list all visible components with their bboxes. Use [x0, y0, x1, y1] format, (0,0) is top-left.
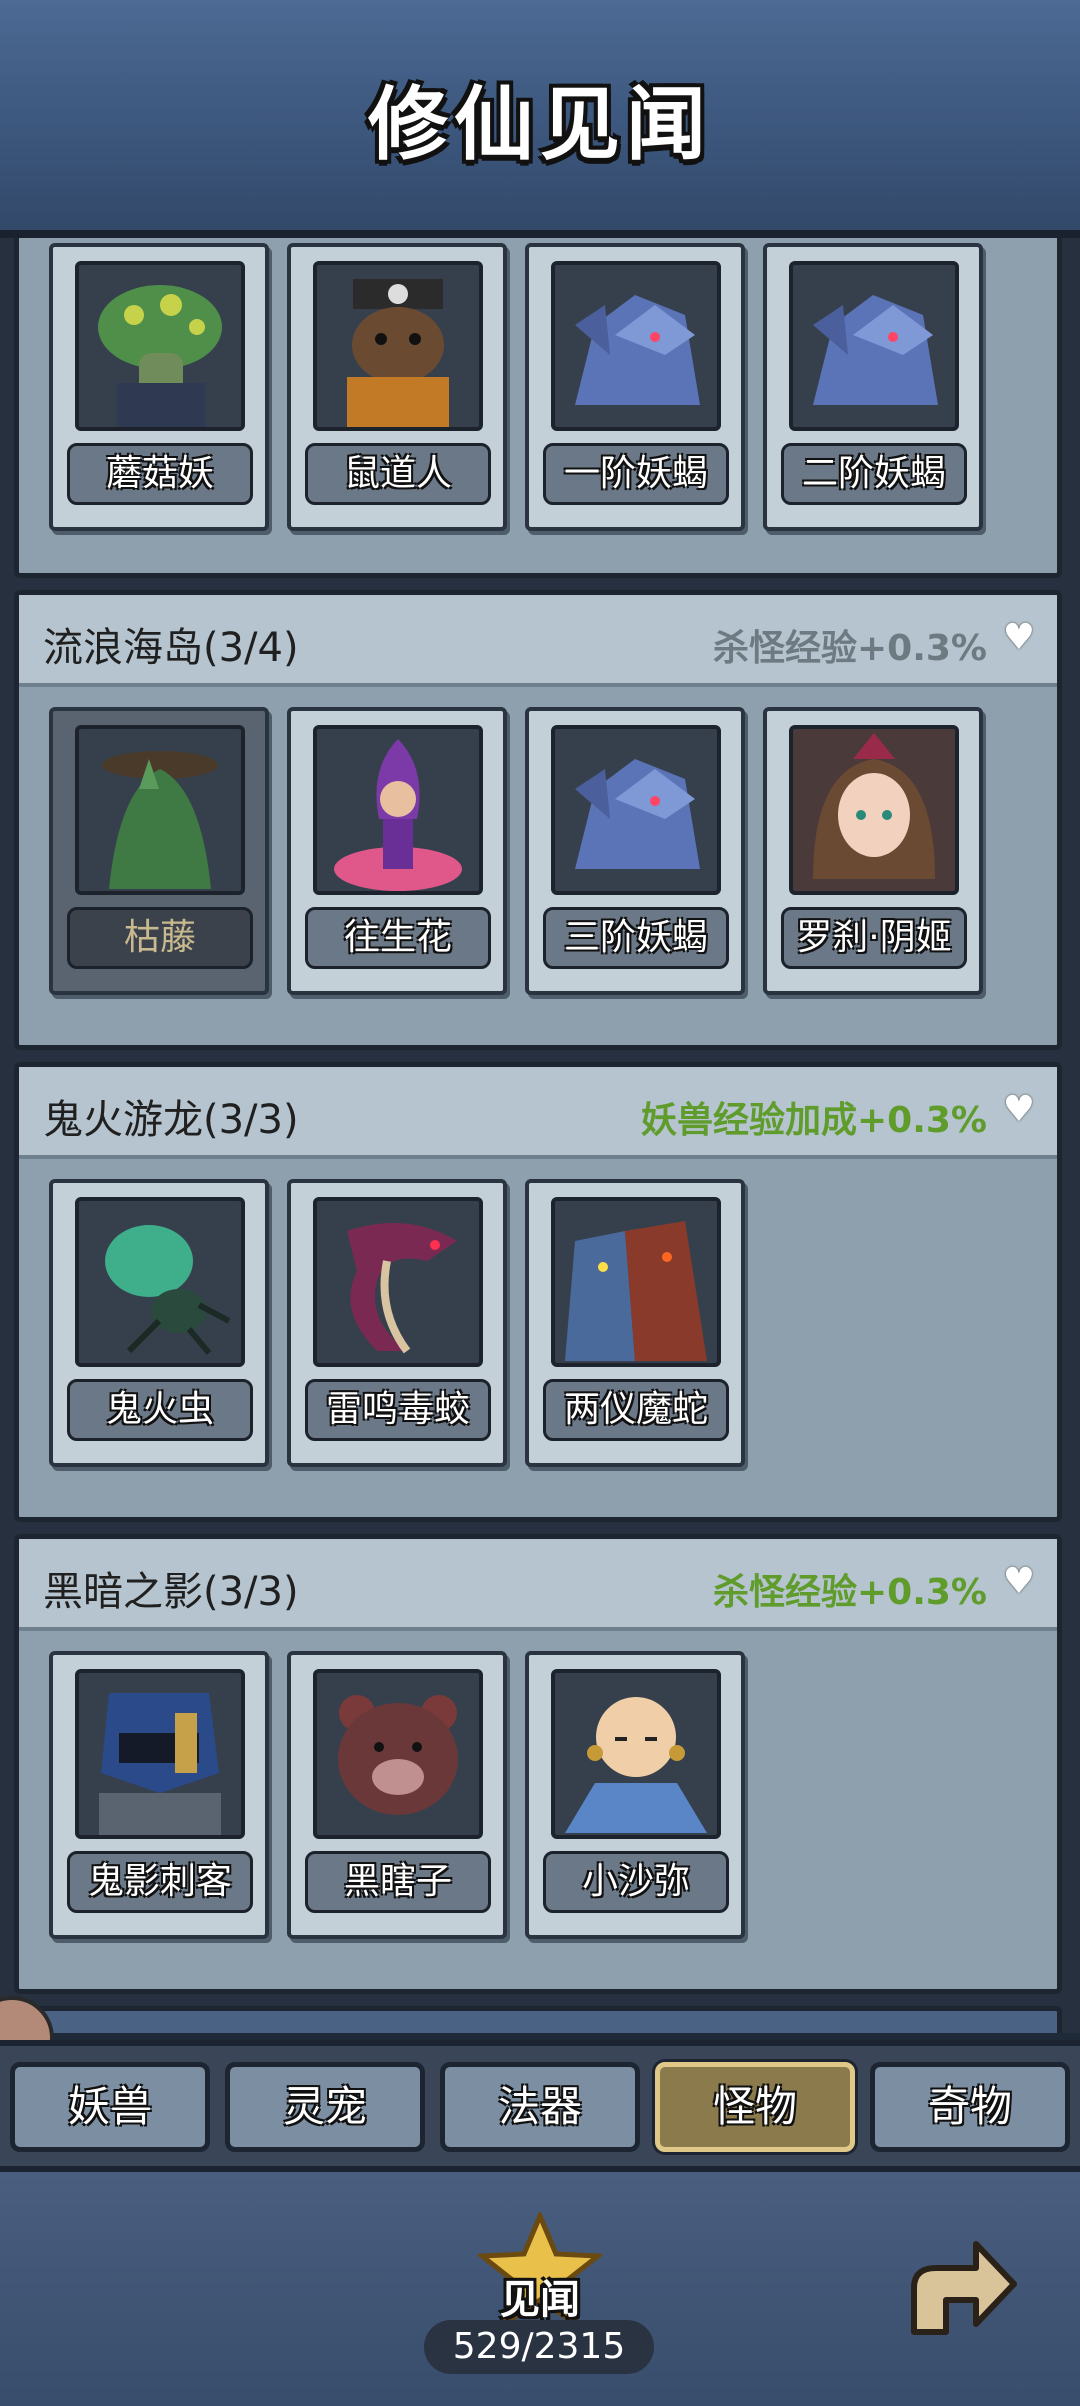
black-bear-icon — [313, 1669, 483, 1839]
blue-scorpion-icon — [551, 261, 721, 431]
card-label: 蘑菇妖 — [67, 443, 253, 505]
card-label: 黑瞎子 — [305, 1851, 491, 1913]
monster-card[interactable]: 三阶妖蝎 — [525, 707, 745, 995]
monster-card-locked[interactable]: 枯藤 — [49, 707, 269, 995]
section-bonus: 杀怪经验+0.3% — [712, 628, 987, 669]
page-title: 修仙见闻 — [368, 78, 712, 171]
monster-card[interactable]: 蘑菇妖 — [49, 243, 269, 531]
monster-card[interactable]: 二阶妖蝎 — [763, 243, 983, 531]
ghostfire-bug-icon — [75, 1197, 245, 1367]
tab-yaoshou[interactable]: 妖兽 — [10, 2062, 210, 2152]
section-header: 鬼火游龙(3/3) 妖兽经验加成+0.3% ♥ — [19, 1067, 1057, 1159]
monster-card[interactable]: 鬼影刺客 — [49, 1651, 269, 1939]
shadow-assassin-icon — [75, 1669, 245, 1839]
heart-icon[interactable]: ♥ — [1003, 617, 1035, 658]
monster-card[interactable]: 两仪魔蛇 — [525, 1179, 745, 1467]
heart-icon[interactable]: ♥ — [1003, 1089, 1035, 1130]
rebirth-flower-icon — [313, 725, 483, 895]
card-label: 两仪魔蛇 — [543, 1379, 729, 1441]
mushroom-demon-icon — [75, 261, 245, 431]
blue-scorpion-icon — [551, 725, 721, 895]
tab-lingchong[interactable]: 灵宠 — [225, 2062, 425, 2152]
section-wandering-island: 流浪海岛(3/4) 杀怪经验+0.3% ♥ 枯藤 往生花 三阶妖蝎 罗刹·阴姬 — [14, 590, 1062, 1050]
withered-vine-icon — [75, 725, 245, 895]
card-label: 鬼影刺客 — [67, 1851, 253, 1913]
category-tabs: 妖兽 灵宠 法器 怪物 奇物 — [0, 2040, 1080, 2166]
card-label: 往生花 — [305, 907, 491, 969]
card-label: 雷鸣毒蛟 — [305, 1379, 491, 1441]
monster-card[interactable]: 黑瞎子 — [287, 1651, 507, 1939]
monster-card[interactable]: 鬼火虫 — [49, 1179, 269, 1467]
card-label: 鼠道人 — [305, 443, 491, 505]
rakshasa-maiden-icon — [789, 725, 959, 895]
tab-faqi[interactable]: 法器 — [440, 2062, 640, 2152]
header-banner: 修仙见闻 — [0, 0, 1080, 238]
section-dark-shadow: 黑暗之影(3/3) 杀怪经验+0.3% ♥ 鬼影刺客 黑瞎子 小沙弥 — [14, 1534, 1062, 1994]
monster-card[interactable]: 小沙弥 — [525, 1651, 745, 1939]
monster-card[interactable]: 罗刹·阴姬 — [763, 707, 983, 995]
card-label: 二阶妖蝎 — [781, 443, 967, 505]
young-monk-icon — [551, 1669, 721, 1839]
section-next — [14, 2006, 1062, 2033]
thunder-dragon-icon — [313, 1197, 483, 1367]
card-label: 一阶妖蝎 — [543, 443, 729, 505]
card-label: 小沙弥 — [543, 1851, 729, 1913]
section-title: 鬼火游龙(3/3) — [43, 1097, 299, 1143]
section-title: 黑暗之影(3/3) — [43, 1569, 299, 1615]
card-label: 鬼火虫 — [67, 1379, 253, 1441]
section-bonus: 妖兽经验加成+0.3% — [640, 1100, 987, 1141]
monster-card[interactable]: 一阶妖蝎 — [525, 243, 745, 531]
section-bonus: 杀怪经验+0.3% — [712, 1572, 987, 1613]
monster-card[interactable]: 鼠道人 — [287, 243, 507, 531]
section-partial: 蘑菇妖 鼠道人 一阶妖蝎 二阶妖蝎 — [14, 238, 1062, 578]
blue-scorpion-icon — [789, 261, 959, 431]
twin-serpent-icon — [551, 1197, 721, 1367]
rat-taoist-icon — [313, 261, 483, 431]
monster-card[interactable]: 雷鸣毒蛟 — [287, 1179, 507, 1467]
heart-icon[interactable]: ♥ — [1003, 1561, 1035, 1602]
collection-list[interactable]: 蘑菇妖 鼠道人 一阶妖蝎 二阶妖蝎 流浪海岛(3/4) 杀怪经验+0.3% ♥ … — [0, 238, 1080, 2033]
return-arrow-icon[interactable] — [900, 2228, 1020, 2348]
card-label: 罗刹·阴姬 — [781, 907, 967, 969]
monster-card[interactable]: 往生花 — [287, 707, 507, 995]
section-title: 流浪海岛(3/4) — [43, 625, 299, 671]
collection-label: 见闻 — [500, 2277, 580, 2323]
card-label: 三阶妖蝎 — [543, 907, 729, 969]
section-header: 黑暗之影(3/3) 杀怪经验+0.3% ♥ — [19, 1539, 1057, 1631]
section-ghostfire-dragon: 鬼火游龙(3/3) 妖兽经验加成+0.3% ♥ 鬼火虫 雷鸣毒蛟 两仪魔蛇 — [14, 1062, 1062, 1522]
collection-progress: 529/2315 — [424, 2320, 654, 2374]
tab-qiwu[interactable]: 奇物 — [870, 2062, 1070, 2152]
section-header: 流浪海岛(3/4) 杀怪经验+0.3% ♥ — [19, 595, 1057, 687]
card-label: 枯藤 — [67, 907, 253, 969]
tab-guaiwu[interactable]: 怪物 — [655, 2062, 855, 2152]
bottom-bar: 见闻 529/2315 — [0, 2166, 1080, 2406]
